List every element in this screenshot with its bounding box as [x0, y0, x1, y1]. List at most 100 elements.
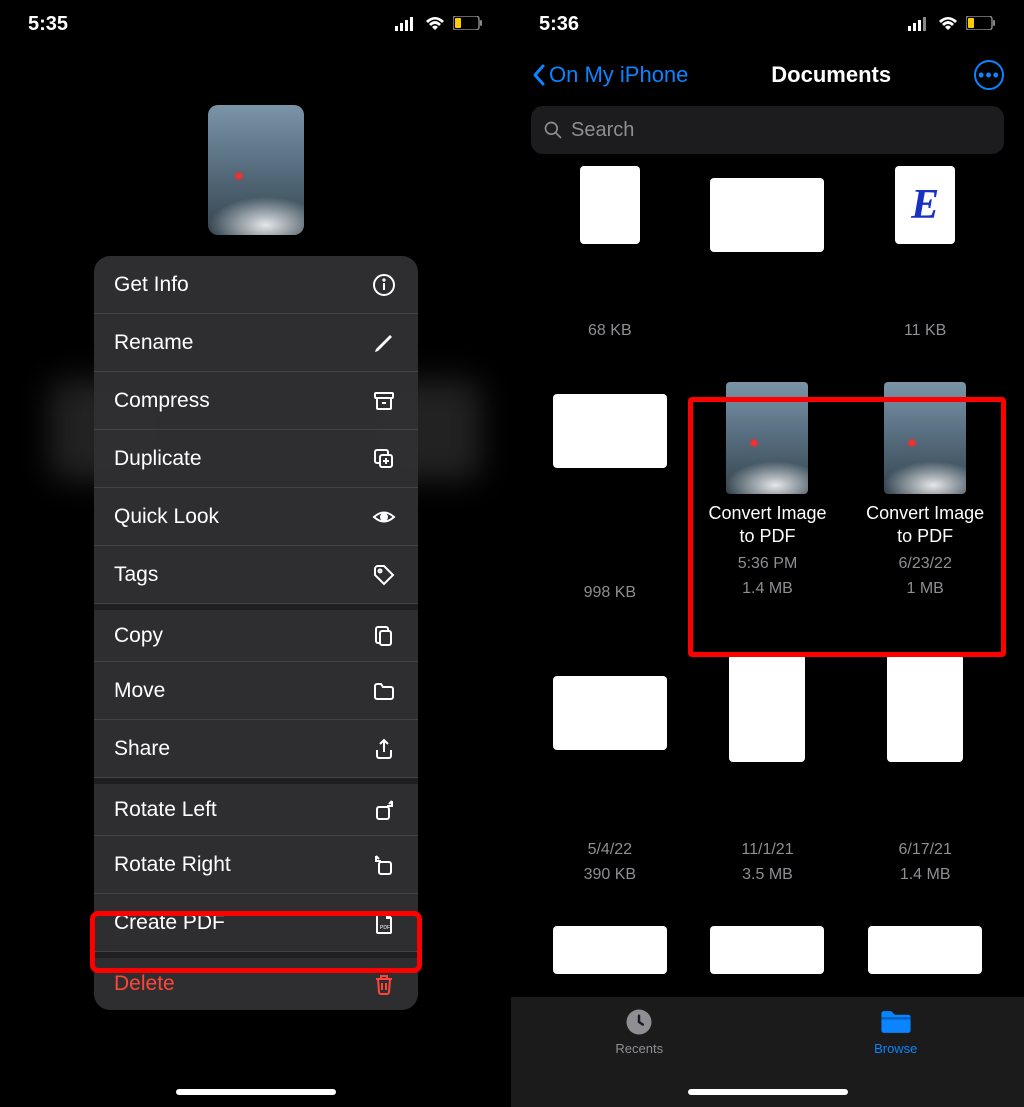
- folder-icon: [879, 1007, 913, 1037]
- file-name: Convert Image to PDF: [856, 502, 994, 549]
- wifi-icon: [425, 17, 445, 31]
- cellular-signal-icon: [908, 17, 930, 31]
- chevron-left-icon: [531, 63, 547, 87]
- trash-icon: [370, 970, 398, 998]
- menu-duplicate[interactable]: Duplicate: [94, 430, 418, 488]
- tab-label: Browse: [874, 1041, 917, 1056]
- menu-label: Move: [114, 679, 165, 703]
- file-size: 1 MB: [906, 578, 943, 600]
- archive-icon: [370, 387, 398, 415]
- back-button[interactable]: On My iPhone: [531, 62, 688, 88]
- menu-rename[interactable]: Rename: [94, 314, 418, 372]
- menu-label: Create PDF: [114, 911, 225, 935]
- file-item[interactable]: 68 KB: [541, 166, 679, 352]
- svg-text:PDF: PDF: [380, 925, 390, 931]
- menu-rotate-right[interactable]: Rotate Right: [94, 836, 418, 894]
- file-size: 11 KB: [904, 320, 946, 342]
- file-thumbnail: [710, 926, 824, 974]
- tab-label: Recents: [615, 1041, 663, 1056]
- share-icon: [370, 735, 398, 763]
- status-time: 5:36: [539, 13, 579, 36]
- file-thumbnail: [726, 382, 808, 494]
- status-time: 5:35: [28, 13, 68, 36]
- rotate-left-icon: [370, 796, 398, 824]
- status-indicators: [908, 13, 996, 36]
- menu-copy[interactable]: Copy: [94, 604, 418, 662]
- menu-label: Copy: [114, 624, 163, 648]
- copy-icon: [370, 622, 398, 650]
- file-size: 390 KB: [584, 864, 636, 886]
- pdf-icon: PDF: [370, 909, 398, 937]
- navigation-bar: On My iPhone Documents •••: [511, 48, 1024, 106]
- menu-label: Rotate Right: [114, 853, 231, 877]
- menu-create-pdf[interactable]: Create PDF PDF: [94, 894, 418, 952]
- file-item[interactable]: 11/1/21 3.5 MB: [699, 646, 837, 906]
- eye-icon: [370, 503, 398, 531]
- home-indicator[interactable]: [176, 1089, 336, 1095]
- menu-label: Duplicate: [114, 447, 202, 471]
- more-options-button[interactable]: •••: [974, 60, 1004, 90]
- file-thumbnail: [887, 654, 963, 762]
- file-thumbnail: [580, 166, 640, 244]
- tag-icon: [370, 561, 398, 589]
- search-icon: [543, 120, 563, 140]
- file-item[interactable]: 5/4/22 390 KB: [541, 646, 679, 906]
- menu-label: Get Info: [114, 273, 189, 297]
- menu-label: Rename: [114, 331, 193, 355]
- file-thumbnail: [553, 676, 667, 750]
- cellular-signal-icon: [395, 17, 417, 31]
- file-thumbnail: [868, 926, 982, 974]
- menu-get-info[interactable]: Get Info: [94, 256, 418, 314]
- file-item[interactable]: Convert Image to PDF 6/23/22 1 MB: [856, 364, 994, 634]
- menu-compress[interactable]: Compress: [94, 372, 418, 430]
- selected-file-preview: [208, 105, 304, 235]
- file-thumbnail: [710, 178, 824, 252]
- menu-tags[interactable]: Tags: [94, 546, 418, 604]
- file-thumbnail: [553, 394, 667, 468]
- menu-share[interactable]: Share: [94, 720, 418, 778]
- search-input[interactable]: [571, 119, 992, 142]
- rotate-right-icon: [370, 851, 398, 879]
- status-indicators: [395, 13, 483, 36]
- file-time: 6/17/21: [898, 839, 951, 861]
- battery-icon: [966, 13, 996, 36]
- menu-move[interactable]: Move: [94, 662, 418, 720]
- search-bar[interactable]: [531, 106, 1004, 154]
- menu-label: Share: [114, 737, 170, 761]
- battery-icon: [453, 13, 483, 36]
- info-icon: [370, 271, 398, 299]
- menu-label: Quick Look: [114, 505, 219, 529]
- pencil-icon: [370, 329, 398, 357]
- folder-icon: [370, 677, 398, 705]
- file-grid: 68 KB E 11 KB 998 KB Convert Image to PD…: [511, 166, 1024, 1107]
- file-size: 998 KB: [584, 582, 636, 604]
- file-size: 68 KB: [588, 320, 632, 342]
- file-item[interactable]: 6/17/21 1.4 MB: [856, 646, 994, 906]
- file-thumbnail: [884, 382, 966, 494]
- file-thumbnail: [729, 654, 805, 762]
- file-item[interactable]: 998 KB: [541, 364, 679, 634]
- menu-quick-look[interactable]: Quick Look: [94, 488, 418, 546]
- status-bar: 5:35: [0, 0, 511, 48]
- file-time: 6/23/22: [898, 553, 951, 575]
- home-indicator[interactable]: [688, 1089, 848, 1095]
- file-name: Convert Image to PDF: [699, 502, 837, 549]
- file-item[interactable]: [699, 166, 837, 352]
- file-item[interactable]: Convert Image to PDF 5:36 PM 1.4 MB: [699, 364, 837, 634]
- menu-label: Rotate Left: [114, 798, 217, 822]
- file-item[interactable]: E 11 KB: [856, 166, 994, 352]
- menu-rotate-left[interactable]: Rotate Left: [94, 778, 418, 836]
- menu-delete[interactable]: Delete: [94, 952, 418, 1010]
- back-label: On My iPhone: [549, 62, 688, 88]
- file-time: 5/4/22: [584, 839, 636, 861]
- file-thumbnail: [553, 926, 667, 974]
- left-screenshot: 5:35 Get Info Rename Compress: [0, 0, 511, 1107]
- file-size: 1.4 MB: [742, 578, 793, 600]
- right-screenshot: 5:36 On My iPhone Documents •••: [511, 0, 1024, 1107]
- file-size: 1.4 MB: [898, 864, 951, 886]
- file-time: 5:36 PM: [738, 553, 798, 575]
- wifi-icon: [938, 17, 958, 31]
- duplicate-icon: [370, 445, 398, 473]
- file-time: 11/1/21: [741, 839, 793, 861]
- clock-icon: [624, 1007, 654, 1037]
